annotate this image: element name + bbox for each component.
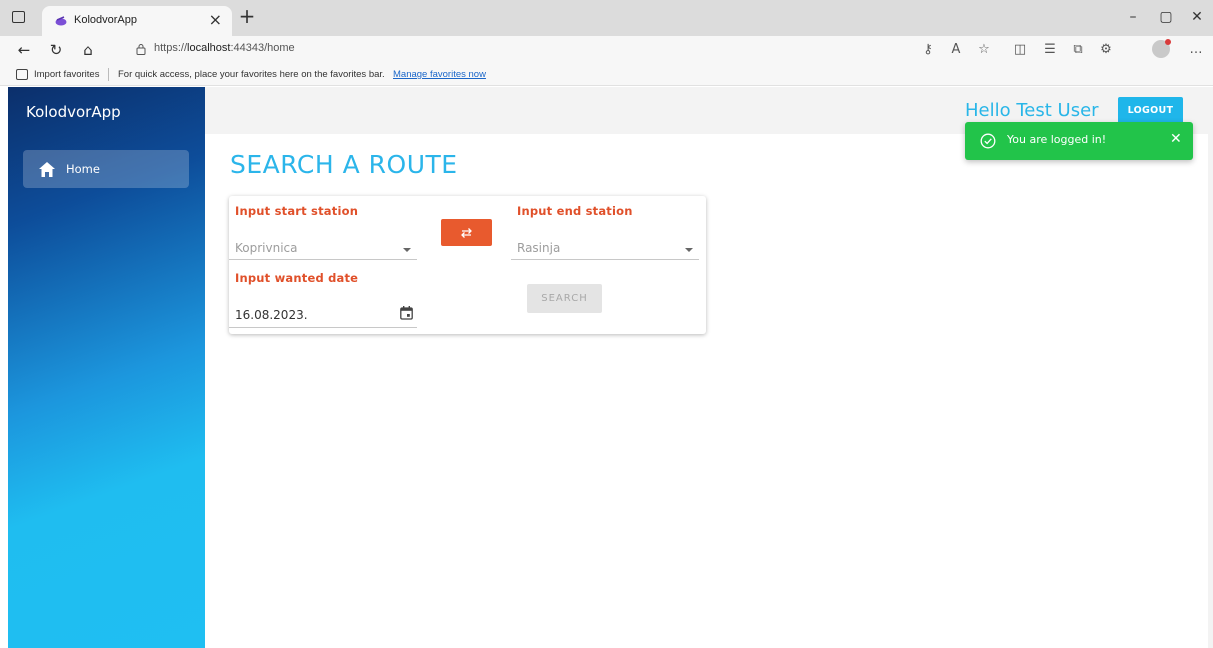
swap-stations-button[interactable]	[441, 219, 492, 246]
favorites-hint: For quick access, place your favorites h…	[118, 69, 385, 80]
home-button-icon[interactable]: ⌂	[78, 40, 98, 60]
start-station-value: Koprivnica	[235, 241, 298, 255]
app-favicon-icon	[55, 16, 67, 26]
scrollbar-track[interactable]	[1208, 87, 1213, 648]
chevron-down-icon	[685, 248, 693, 252]
star-icon[interactable]: ☆	[974, 40, 994, 60]
url-text: https://localhost:44343/home	[154, 42, 295, 54]
login-toast: You are logged in! ✕	[965, 122, 1193, 160]
browser-tab[interactable]: KolodvorApp ×	[42, 6, 232, 36]
toast-close-icon[interactable]: ✕	[1170, 131, 1182, 147]
user-greeting: Hello Test User	[965, 100, 1099, 121]
import-favorites-link[interactable]: Import favorites	[34, 69, 99, 80]
url-field[interactable]: https://localhost:44343/home	[122, 38, 902, 62]
route-search-card: Input start station Koprivnica Input end…	[229, 196, 706, 334]
import-favorites-icon[interactable]	[16, 69, 28, 80]
notification-dot	[1165, 39, 1171, 45]
favorites-separator	[108, 68, 109, 81]
extensions-icon[interactable]: ⚙	[1096, 40, 1116, 60]
favorites-icon[interactable]: ☰	[1040, 40, 1060, 60]
sidebar-item-label: Home	[66, 162, 100, 176]
calendar-icon[interactable]	[400, 306, 413, 320]
lock-icon	[136, 44, 146, 55]
toast-message: You are logged in!	[1007, 133, 1107, 146]
more-menu-icon[interactable]: …	[1186, 40, 1206, 60]
back-icon[interactable]: ←	[14, 40, 34, 60]
end-station-label: Input end station	[517, 204, 633, 218]
tab-actions-icon[interactable]	[12, 11, 25, 23]
refresh-icon[interactable]: ↻	[46, 40, 66, 60]
tab-title: KolodvorApp	[74, 14, 137, 26]
minimize-icon[interactable]: –	[1122, 6, 1144, 28]
address-bar: ← ↻ ⌂ https://localhost:44343/home ⚷ A ☆…	[0, 36, 1213, 64]
start-station-label: Input start station	[235, 204, 359, 218]
sidebar: KolodvorApp Home	[8, 87, 205, 648]
chevron-down-icon	[403, 248, 411, 252]
date-label: Input wanted date	[235, 271, 359, 285]
manage-favorites-link[interactable]: Manage favorites now	[393, 69, 486, 80]
swap-arrows-icon	[461, 228, 472, 238]
date-value: 16.08.2023.	[235, 308, 308, 322]
page-title: SEARCH A ROUTE	[230, 150, 458, 179]
collections-icon[interactable]: ⧉	[1068, 40, 1088, 60]
end-station-value: Rasinja	[517, 241, 561, 255]
date-input[interactable]: 16.08.2023.	[229, 298, 417, 328]
check-circle-icon	[980, 133, 996, 149]
browser-tab-bar: KolodvorApp × + – ▢ ✕	[0, 0, 1213, 36]
new-tab-icon[interactable]: +	[236, 4, 258, 28]
window-close-icon[interactable]: ✕	[1186, 6, 1208, 28]
search-button[interactable]: SEARCH	[527, 284, 602, 313]
sidebar-item-home[interactable]: Home	[23, 150, 189, 188]
start-station-select[interactable]: Koprivnica	[229, 238, 417, 260]
split-screen-icon[interactable]: ◫	[1010, 40, 1030, 60]
tab-close-icon[interactable]: ×	[209, 10, 222, 30]
home-icon	[39, 162, 55, 177]
app-brand: KolodvorApp	[26, 103, 121, 121]
read-aloud-icon[interactable]: A	[946, 40, 966, 60]
end-station-select[interactable]: Rasinja	[511, 238, 699, 260]
favorites-bar: Import favorites For quick access, place…	[0, 64, 1213, 86]
key-icon[interactable]: ⚷	[918, 40, 938, 60]
logout-button[interactable]: LOGOUT	[1118, 97, 1183, 124]
restore-icon[interactable]: ▢	[1155, 6, 1177, 28]
